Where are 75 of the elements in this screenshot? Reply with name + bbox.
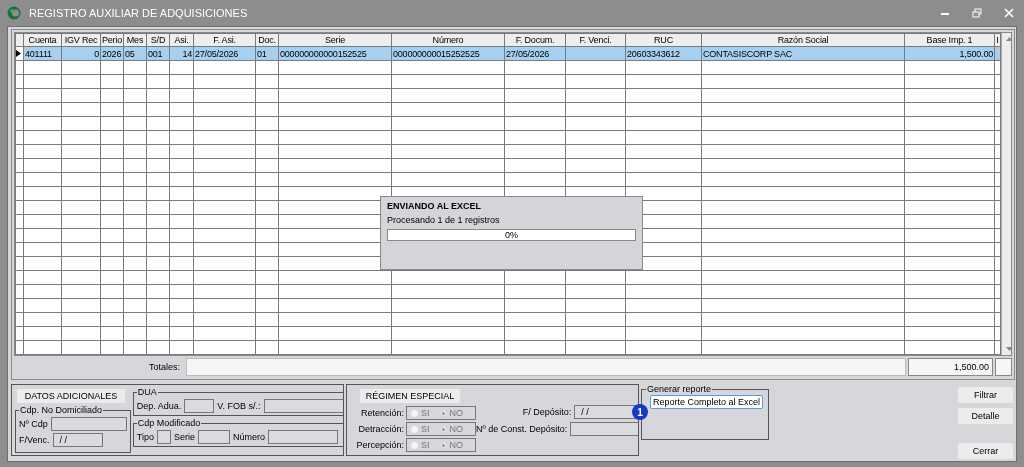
column-header[interactable]: F. Docum.: [504, 33, 566, 47]
input-field[interactable]: / /: [52, 433, 103, 447]
table-cell: 1,500.00: [959, 48, 993, 59]
action-button[interactable]: Cerrar: [958, 443, 1013, 459]
field-label: F/ Depósito:: [522, 407, 572, 417]
close-icon[interactable]: [1004, 8, 1014, 18]
row-pointer-icon: [16, 49, 21, 57]
table-cell: 20603343612: [627, 48, 680, 59]
excel-report-button[interactable]: Reporte Completo al Excel: [650, 395, 764, 409]
totals-label: Totales:: [147, 361, 181, 374]
window-title: REGISTRO AUXILIAR DE ADQUISICIONES: [29, 7, 248, 19]
field-label: Número: [233, 432, 266, 442]
table-cell: 27/05/2026: [195, 48, 239, 59]
input-field[interactable]: [157, 430, 171, 444]
column-header[interactable]: Doc.: [255, 33, 279, 47]
group-legend: Cdp. No Domiciliado: [19, 405, 104, 415]
table-cell: 2026: [102, 48, 122, 59]
table-cell: 01: [257, 48, 267, 59]
column-header[interactable]: I: [994, 33, 1001, 47]
column-header[interactable]: Base Imp. 1: [904, 33, 995, 47]
input-field[interactable]: [263, 399, 343, 413]
input-field[interactable]: [268, 430, 339, 444]
scroll-up-icon[interactable]: [1006, 37, 1011, 41]
column-header[interactable]: Cuenta: [23, 33, 62, 47]
table-cell: 000000000015252525: [393, 48, 480, 59]
field-label: Detracción:: [357, 424, 404, 434]
table-cell: 001: [148, 48, 163, 59]
table-cell: 14: [182, 48, 192, 59]
table-row[interactable]: 401111 0 2026 05 001 14 27/05/2026 01 000000000000152525 000000000015252525 27/05/2026 20603343612 CONTASISCORP SAC 1,500.00: [15, 46, 1001, 61]
table-cell: CONTASISCORP SAC: [703, 48, 792, 59]
field-label: Nº de Const. Depósito:: [476, 424, 568, 434]
column-header[interactable]: F. Venci.: [565, 33, 626, 47]
column-header[interactable]: F. Asi.: [193, 33, 256, 47]
table-cell: 401111: [25, 48, 52, 59]
table-cell: 000000000000152525: [280, 48, 367, 59]
input-field[interactable]: [50, 417, 127, 431]
input-field[interactable]: [184, 399, 215, 413]
input-field[interactable]: [570, 422, 638, 436]
additional-data-button[interactable]: DATOS ADICIONALES: [17, 389, 125, 403]
app-logo-icon: [7, 6, 21, 20]
step-badge: 1: [632, 404, 648, 420]
column-header[interactable]: Número: [391, 33, 505, 47]
field-label: Tipo: [136, 432, 154, 442]
table-cell: 27/05/2026: [506, 48, 550, 59]
total-field: 1,500.00: [908, 358, 993, 376]
column-header[interactable]: S/D: [146, 33, 170, 47]
column-header[interactable]: Razón Social: [701, 33, 905, 47]
column-header[interactable]: IGV Rec: [61, 33, 101, 47]
field-label: Retención:: [359, 408, 404, 418]
dialog-title: ENVIANDO AL EXCEL: [387, 201, 482, 211]
table-cell: 05: [125, 48, 135, 59]
field-label: V. FOB s/.:: [217, 401, 261, 411]
column-header[interactable]: Asi.: [169, 33, 194, 47]
table-cell: 0: [94, 48, 99, 59]
group-legend: Cdp Modificado: [136, 418, 202, 428]
field-label: Serie: [174, 432, 195, 442]
special-regime-button[interactable]: RÉGIMEN ESPECIAL: [360, 389, 460, 403]
field-label: Nº Cdp: [19, 419, 48, 429]
progress-reading: 0%: [504, 230, 519, 240]
scroll-down-icon[interactable]: [1006, 347, 1011, 351]
field-label: Dep. Adua.: [136, 401, 182, 411]
group-legend: Generar reporte: [646, 384, 713, 394]
field-label: F/Venc.: [19, 435, 50, 445]
dialog-message: Procesando 1 de 1 registros: [387, 215, 501, 225]
action-button[interactable]: Filtrar: [958, 387, 1013, 403]
group-legend: DUA: [136, 387, 158, 397]
column-header[interactable]: Serie: [278, 33, 392, 47]
input-field[interactable]: [198, 430, 230, 444]
action-button[interactable]: Detalle: [958, 408, 1013, 424]
total-field: [995, 358, 1012, 376]
column-header[interactable]: Mes: [123, 33, 147, 47]
column-header[interactable]: RUC: [625, 33, 702, 47]
column-header[interactable]: Perio: [100, 33, 124, 47]
field-label: Percepción:: [355, 440, 404, 450]
restore-icon[interactable]: [972, 8, 982, 18]
